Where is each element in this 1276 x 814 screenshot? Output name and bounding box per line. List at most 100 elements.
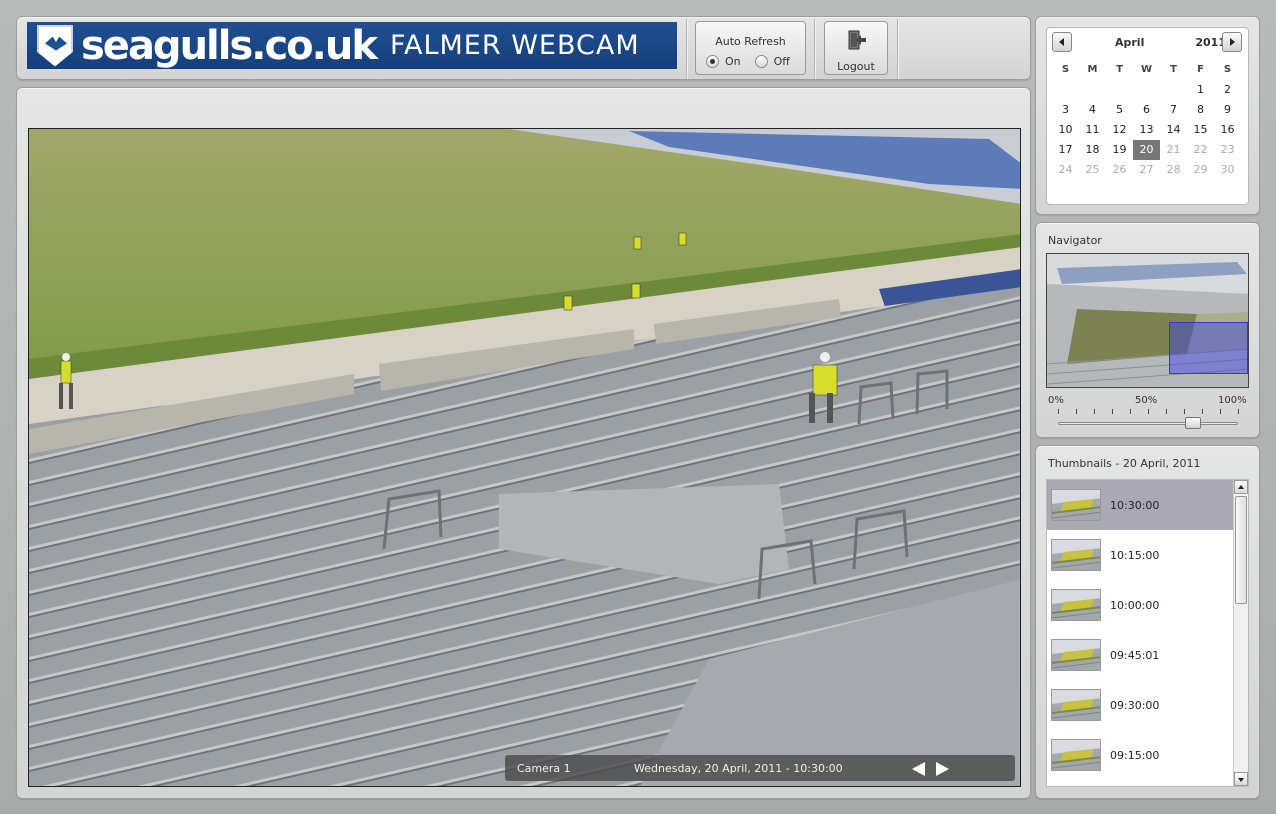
calendar-day[interactable]: 16	[1214, 120, 1241, 140]
zoom-tick	[1094, 409, 1095, 414]
calendar: April 2011 S M T W T F S 1 2 3 4 5 6 7 8 9 10 11 12 13 14 15 1…	[1046, 27, 1249, 205]
calendar-empty-cell	[1133, 80, 1160, 100]
viewer-status-bar: Camera 1 Wednesday, 20 April, 2011 - 10:…	[505, 755, 1015, 781]
calendar-day[interactable]: 1	[1187, 80, 1214, 100]
brand-banner: seagulls.co.uk FALMER WEBCAM	[27, 22, 677, 69]
main-view-panel: Camera 1 Wednesday, 20 April, 2011 - 10:…	[16, 87, 1031, 799]
previous-month-button[interactable]	[1052, 32, 1072, 52]
zoom-tick	[1112, 409, 1113, 414]
calendar-day[interactable]: 9	[1214, 100, 1241, 120]
logout-button[interactable]: Logout	[824, 21, 888, 75]
logout-label: Logout	[837, 60, 875, 73]
auto-refresh-off-label[interactable]: Off	[774, 55, 790, 68]
thumbnail-item[interactable]: 09:45:01	[1047, 630, 1233, 680]
calendar-day[interactable]: 5	[1106, 100, 1133, 120]
thumbnail-time: 09:15:00	[1110, 748, 1160, 762]
calendar-day[interactable]: 15	[1187, 120, 1214, 140]
calendar-day: 27	[1139, 163, 1154, 176]
thumbnail-scrollbar[interactable]	[1233, 480, 1248, 786]
thumbnail-time: 09:30:00	[1110, 698, 1160, 712]
thumbnail-image	[1051, 689, 1101, 721]
zoom-label-min: 0%	[1048, 395, 1064, 406]
scroll-up-arrow-icon[interactable]	[1234, 480, 1248, 494]
thumbnails-panel: Thumbnails - 20 April, 2011 10:30:00 10:1…	[1035, 445, 1260, 799]
camera-label: Camera 1	[517, 762, 571, 775]
calendar-panel: April 2011 S M T W T F S 1 2 3 4 5 6 7 8 9 10 11 12 13 14 15 1…	[1035, 16, 1260, 215]
calendar-day[interactable]: 14	[1160, 120, 1187, 140]
auto-refresh-on-label[interactable]: On	[725, 55, 741, 68]
auto-refresh-title: Auto Refresh	[715, 35, 786, 48]
calendar-day[interactable]: 19	[1106, 140, 1133, 160]
zoom-slider-track[interactable]	[1058, 422, 1238, 425]
weekday-header: W	[1140, 64, 1153, 75]
calendar-day[interactable]: 7	[1160, 100, 1187, 120]
thumbnail-item[interactable]: 10:15:00	[1047, 530, 1233, 580]
header-divider	[814, 19, 815, 79]
calendar-day: 29	[1193, 163, 1208, 176]
calendar-day[interactable]: 6	[1133, 100, 1160, 120]
calendar-day[interactable]: 20	[1133, 140, 1160, 160]
zoom-tick	[1166, 409, 1167, 414]
calendar-day[interactable]: 3	[1052, 100, 1079, 120]
weekday-header: S	[1061, 64, 1070, 75]
header-divider	[686, 19, 687, 79]
calendar-empty-cell	[1052, 80, 1079, 100]
auto-refresh-off-radio[interactable]	[754, 55, 768, 68]
next-image-arrow-icon[interactable]	[936, 762, 949, 776]
weekday-header: M	[1087, 64, 1098, 75]
auto-refresh-group: Auto Refresh On Off	[695, 21, 806, 75]
weekday-header: T	[1116, 64, 1123, 75]
thumbnail-item[interactable]: 09:15:00	[1047, 730, 1233, 780]
calendar-day[interactable]: 12	[1106, 120, 1133, 140]
brand-subtitle: FALMER WEBCAM	[389, 30, 640, 61]
calendar-day[interactable]: 17	[1052, 140, 1079, 160]
zoom-tick	[1130, 409, 1131, 414]
thumbnail-item[interactable]: 09:30:00	[1047, 680, 1233, 730]
thumbnail-item[interactable]: 10:30:00	[1047, 480, 1233, 530]
calendar-day[interactable]: 18	[1079, 140, 1106, 160]
calendar-day[interactable]: 4	[1079, 100, 1106, 120]
calendar-day: 24	[1058, 163, 1073, 176]
navigator-title: Navigator	[1048, 234, 1102, 247]
calendar-day: 30	[1220, 163, 1235, 176]
zoom-slider-thumb[interactable]	[1185, 417, 1201, 429]
next-month-button[interactable]	[1222, 32, 1242, 52]
calendar-empty-cell	[1079, 80, 1106, 100]
scroll-down-arrow-icon[interactable]	[1234, 772, 1248, 786]
calendar-day[interactable]: 11	[1079, 120, 1106, 140]
thumbnail-image	[1051, 489, 1101, 521]
calendar-day[interactable]: 8	[1187, 100, 1214, 120]
calendar-day: 28	[1166, 163, 1181, 176]
zoom-label-max: 100%	[1218, 395, 1247, 406]
calendar-day[interactable]: 13	[1133, 120, 1160, 140]
calendar-day[interactable]: 10	[1052, 120, 1079, 140]
weekday-header: F	[1197, 64, 1204, 75]
thumbnail-image	[1051, 639, 1101, 671]
zoom-tick	[1076, 409, 1077, 414]
webcam-image[interactable]: Camera 1 Wednesday, 20 April, 2011 - 10:…	[28, 128, 1021, 787]
calendar-day[interactable]: 2	[1214, 80, 1241, 100]
previous-image-arrow-icon[interactable]	[912, 762, 925, 776]
thumbnail-time: 09:45:01	[1110, 648, 1160, 662]
navigator-overview-image[interactable]	[1046, 253, 1249, 388]
calendar-day: 21	[1166, 143, 1181, 156]
zoom-tick	[1184, 409, 1185, 414]
zoom-tick	[1202, 409, 1203, 414]
thumbnails-title: Thumbnails - 20 April, 2011	[1048, 457, 1201, 470]
header-bar: seagulls.co.uk FALMER WEBCAM Auto Refres…	[16, 16, 1031, 80]
navigator-selection-box[interactable]	[1169, 322, 1248, 374]
auto-refresh-on-radio[interactable]	[706, 55, 719, 68]
thumbnail-list: 10:30:00 10:15:00 10:00:00 09:45:01 09:30:00…	[1046, 479, 1249, 787]
thumbnail-image	[1051, 539, 1101, 571]
thumbnail-item[interactable]: 10:00:00	[1047, 580, 1233, 630]
image-timestamp: Wednesday, 20 April, 2011 - 10:30:00	[634, 762, 843, 775]
zoom-ticks	[1058, 409, 1239, 415]
zoom-tick	[1220, 409, 1221, 414]
weekday-header: S	[1223, 64, 1232, 75]
calendar-day: 26	[1112, 163, 1127, 176]
scrollbar-thumb[interactable]	[1235, 496, 1247, 604]
zoom-label-mid: 50%	[1135, 395, 1158, 406]
thumbnail-time: 10:15:00	[1110, 548, 1160, 562]
zoom-tick	[1058, 409, 1059, 414]
thumbnail-time: 10:00:00	[1110, 598, 1160, 612]
